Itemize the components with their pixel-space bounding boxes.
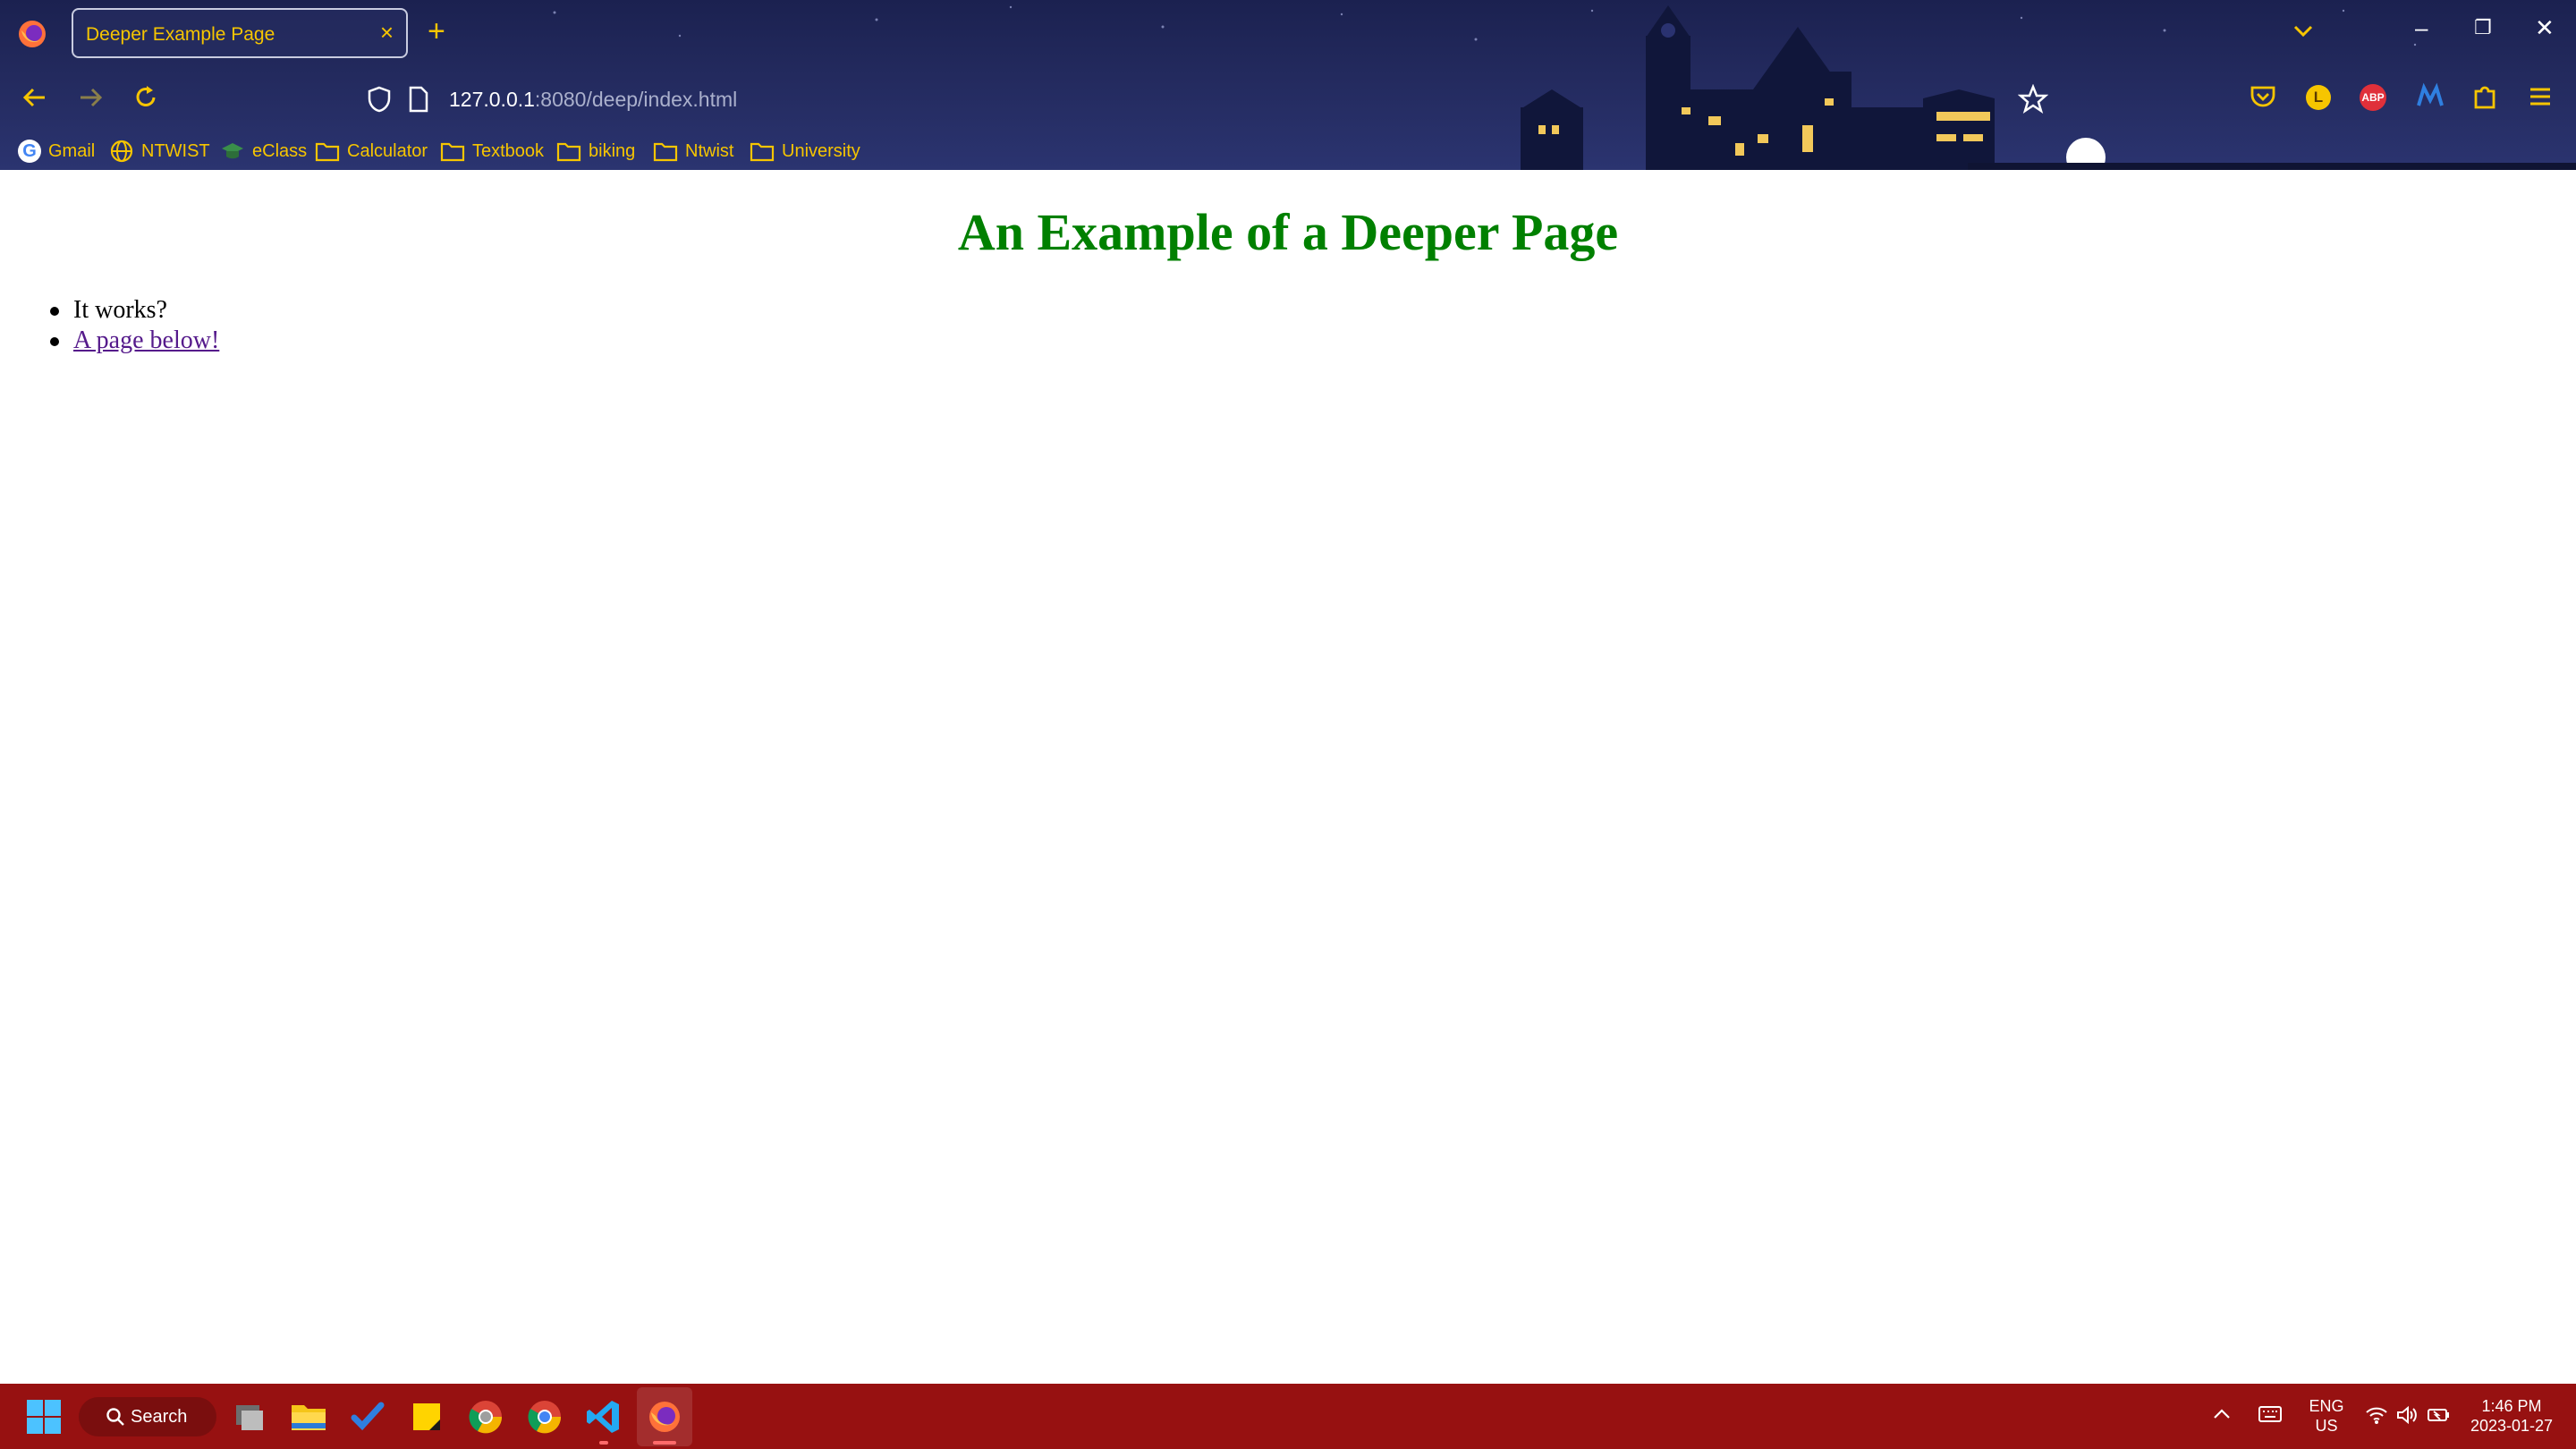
tab-close-icon[interactable]: × [380, 21, 394, 44]
tab-deeper-example-page[interactable]: Deeper Example Page × [72, 8, 408, 58]
bookmark-eclass[interactable]: eClass [220, 138, 307, 165]
reload-icon[interactable] [131, 82, 161, 113]
restore-button[interactable]: ❐ [2474, 16, 2492, 39]
bookmark-label: biking [589, 140, 636, 161]
search-label: Search [131, 1407, 188, 1427]
taskbar: Search ENG US 1:46 PM 2023-01-27 [0, 1384, 2576, 1449]
mortarboard-icon [222, 143, 243, 159]
list-item-text: It works? [73, 296, 167, 324]
bookmark-gmail[interactable]: G Gmail [18, 138, 95, 165]
folder-icon [556, 142, 581, 162]
page-below-link[interactable]: A page below! [73, 326, 219, 354]
task-view-icon[interactable] [229, 1396, 270, 1437]
tab-list-chevron-down-icon[interactable] [2290, 18, 2317, 45]
extensions-puzzle-icon[interactable] [2470, 82, 2499, 111]
folder-icon [440, 142, 465, 162]
bookmark-folder-textbook[interactable]: Textbook [440, 138, 544, 165]
battery-icon[interactable] [2426, 1404, 2451, 1426]
search-icon [106, 1408, 124, 1426]
bookmark-label: Textbook [472, 140, 545, 161]
adblock-plus-icon[interactable]: ABP [2360, 84, 2386, 111]
bookmark-label: Calculator [347, 140, 428, 161]
bookmark-label: University [782, 140, 860, 161]
page-content: An Example of a Deeper Page It works? A … [0, 170, 2576, 1384]
chrome-dev-icon[interactable] [465, 1396, 506, 1437]
url-text[interactable]: 127.0.0.1:8080/deep/index.html [449, 88, 737, 112]
show-hidden-icons-chevron-up-icon[interactable] [2211, 1405, 2233, 1423]
windows-start-icon[interactable] [23, 1396, 64, 1437]
bookmark-ntwist[interactable]: NTWIST [109, 138, 210, 165]
vscode-running-indicator [599, 1441, 608, 1445]
taskbar-search[interactable]: Search [79, 1397, 216, 1436]
extension-m-icon[interactable] [2415, 82, 2445, 111]
new-tab-button[interactable]: + [428, 16, 445, 47]
file-explorer-icon[interactable] [288, 1396, 329, 1437]
vscode-icon[interactable] [583, 1396, 624, 1437]
firefox-logo-icon[interactable] [16, 18, 48, 50]
forward-icon[interactable] [75, 82, 106, 113]
clock[interactable]: 1:46 PM 2023-01-27 [2462, 1396, 2562, 1436]
firefox-icon[interactable] [644, 1396, 685, 1437]
folder-icon [750, 142, 775, 162]
bookmark-folder-biking[interactable]: biking [556, 138, 635, 165]
menu-icon[interactable] [2526, 82, 2555, 111]
page-icon[interactable] [408, 86, 429, 113]
url-host: 127.0.0.1 [449, 88, 535, 111]
close-window-button[interactable]: ✕ [2535, 16, 2555, 39]
chrome-icon[interactable] [524, 1396, 565, 1437]
profile-avatar[interactable]: L [2306, 85, 2331, 110]
bookmark-label: Ntwist [685, 140, 734, 161]
pocket-icon[interactable] [2249, 82, 2277, 111]
tab-title: Deeper Example Page [86, 24, 275, 45]
wifi-icon[interactable] [2365, 1405, 2388, 1425]
keyboard-region: US [2315, 1417, 2338, 1435]
clock-time: 1:46 PM [2481, 1397, 2542, 1415]
bookmark-label: NTWIST [141, 140, 210, 161]
shield-icon[interactable] [367, 86, 392, 113]
bookmark-label: Gmail [48, 140, 96, 161]
google-icon: G [18, 140, 41, 163]
url-bar[interactable]: 127.0.0.1:8080/deep/index.html [358, 79, 2057, 120]
clock-date: 2023-01-27 [2470, 1417, 2554, 1435]
language-indicator[interactable]: ENG US [2304, 1396, 2349, 1436]
list-item: A page below! [30, 326, 219, 356]
folder-icon [653, 142, 678, 162]
page-heading: An Example of a Deeper Page [957, 203, 1619, 261]
firefox-running-indicator [653, 1441, 676, 1445]
page-list: It works? A page below! [30, 295, 219, 356]
language-code: ENG [2309, 1397, 2344, 1415]
sticky-notes-icon[interactable] [406, 1396, 447, 1437]
url-path: :8080/deep/index.html [534, 88, 738, 111]
bookmark-folder-university[interactable]: University [750, 138, 860, 165]
bookmark-folder-ntwist[interactable]: Ntwist [653, 138, 733, 165]
back-icon[interactable] [20, 82, 50, 113]
keyboard-icon[interactable] [2258, 1403, 2283, 1425]
browser-chrome: Deeper Example Page × + – ❐ ✕ 127.0.0.1:… [0, 0, 2576, 170]
bookmark-folder-calculator[interactable]: Calculator [315, 138, 428, 165]
globe-icon [110, 140, 133, 163]
folder-icon [315, 142, 340, 162]
todo-icon[interactable] [347, 1396, 388, 1437]
list-item: It works? [30, 295, 219, 326]
volume-icon[interactable] [2395, 1405, 2419, 1425]
minimize-button[interactable]: – [2415, 16, 2428, 39]
bookmark-label: eClass [252, 140, 308, 161]
star-icon[interactable] [2018, 84, 2048, 114]
